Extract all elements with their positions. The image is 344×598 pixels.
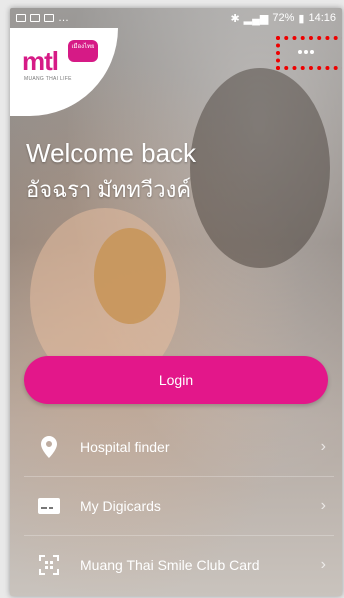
gallery-icon xyxy=(16,14,26,22)
qr-scan-icon xyxy=(34,554,64,576)
logo-badge: เมืองไทย xyxy=(68,40,98,62)
menu-item-smile-club-card[interactable]: Muang Thai Smile Club Card › xyxy=(24,536,334,594)
menu-item-hospital-finder[interactable]: Hospital finder › xyxy=(24,418,334,477)
logo-subtitle: MUANG THAI LIFE xyxy=(24,76,72,82)
menu-item-label: My Digicards xyxy=(80,498,161,514)
menu-item-label: Muang Thai Smile Club Card xyxy=(80,557,260,573)
message-icon xyxy=(30,14,40,22)
photo-background xyxy=(190,68,330,268)
more-icon xyxy=(298,50,314,54)
welcome-title: Welcome back xyxy=(26,138,197,168)
photo-bread xyxy=(94,228,166,324)
status-time: 14:16 xyxy=(308,12,336,24)
user-name: อัจฉรา มัททวีวงค์ xyxy=(26,177,192,202)
chevron-right-icon: › xyxy=(320,556,326,573)
menu-list: Hospital finder › My Digicards › Muang T… xyxy=(24,418,334,594)
app-screen: … ✱ ▂▄▆ 72% ▮ 14:16 mtl เมืองไทย MUANG T… xyxy=(10,8,342,596)
menu-item-my-digicards[interactable]: My Digicards › xyxy=(24,477,334,536)
battery-icon: ▮ xyxy=(298,12,305,25)
chevron-right-icon: › xyxy=(320,497,326,514)
status-bar: … ✱ ▂▄▆ 72% ▮ 14:16 xyxy=(10,8,342,28)
status-right: ✱ ▂▄▆ 72% ▮ 14:16 xyxy=(230,12,336,25)
menu-item-label: Hospital finder xyxy=(80,439,170,455)
mail-icon xyxy=(44,14,54,22)
bluetooth-icon: ✱ xyxy=(230,12,240,25)
location-pin-icon xyxy=(34,436,64,458)
login-button[interactable]: Login xyxy=(24,356,328,404)
logo-text: mtl xyxy=(22,46,59,76)
more-notifications-icon: … xyxy=(58,12,69,24)
signal-icon: ▂▄▆ xyxy=(243,12,269,25)
chevron-right-icon: › xyxy=(320,438,326,455)
battery-level: 72% xyxy=(272,12,295,24)
logo-container: mtl เมืองไทย MUANG THAI LIFE xyxy=(10,28,118,116)
status-left: … xyxy=(16,12,69,24)
more-options-button[interactable] xyxy=(274,32,338,72)
card-icon xyxy=(34,495,64,517)
